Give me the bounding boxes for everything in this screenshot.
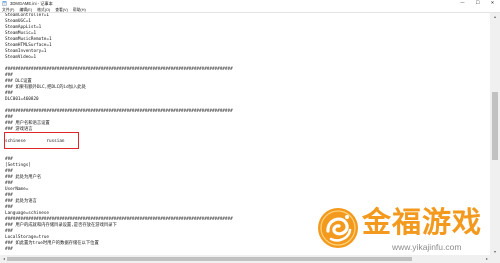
menu-format[interactable]: 格式(O) bbox=[37, 7, 50, 12]
jinfu-logo-icon bbox=[318, 208, 358, 248]
notepad-window: 3DMGAME.ini - 记事本 — ☐ ✕ 文件(F) 编辑(E) 格式(O… bbox=[0, 0, 500, 263]
watermark-brand: 金福游戏 bbox=[362, 205, 483, 239]
scroll-right-arrow-icon[interactable] bbox=[483, 255, 490, 263]
notepad-icon bbox=[2, 1, 7, 6]
scrollbar-corner bbox=[490, 255, 500, 263]
vertical-scroll-thumb[interactable] bbox=[492, 91, 498, 161]
window-controls: — ☐ ✕ bbox=[455, 0, 500, 7]
horizontal-scroll-thumb[interactable] bbox=[7, 257, 412, 261]
maximize-icon[interactable]: ☐ bbox=[470, 0, 485, 7]
menu-view[interactable]: 查看(V) bbox=[55, 7, 68, 12]
text-line[interactable]: ### bbox=[5, 247, 233, 253]
text-line[interactable]: ########################################… bbox=[5, 109, 233, 115]
menu-help[interactable]: 帮助(H) bbox=[73, 7, 86, 12]
vertical-scrollbar[interactable] bbox=[490, 13, 500, 255]
close-icon[interactable]: ✕ bbox=[485, 0, 500, 7]
menu-edit[interactable]: 编辑(E) bbox=[19, 7, 32, 12]
title-bar[interactable]: 3DMGAME.ini - 记事本 — ☐ ✕ bbox=[0, 0, 500, 7]
minimize-icon[interactable]: — bbox=[455, 0, 470, 7]
watermark-url: www.yikajinfu.com bbox=[392, 242, 462, 252]
scroll-up-arrow-icon[interactable] bbox=[490, 13, 500, 20]
red-highlight-box bbox=[4, 132, 79, 149]
scroll-left-arrow-icon[interactable] bbox=[0, 255, 7, 263]
watermark: 金福游戏 www.yikajinfu.com bbox=[314, 202, 490, 254]
scroll-down-arrow-icon[interactable] bbox=[490, 248, 500, 255]
window-title: 3DMGAME.ini - 记事本 bbox=[10, 1, 53, 6]
horizontal-scrollbar[interactable] bbox=[0, 255, 490, 263]
text-line[interactable]: ########################################… bbox=[5, 67, 233, 73]
menu-file[interactable]: 文件(F) bbox=[2, 7, 14, 12]
